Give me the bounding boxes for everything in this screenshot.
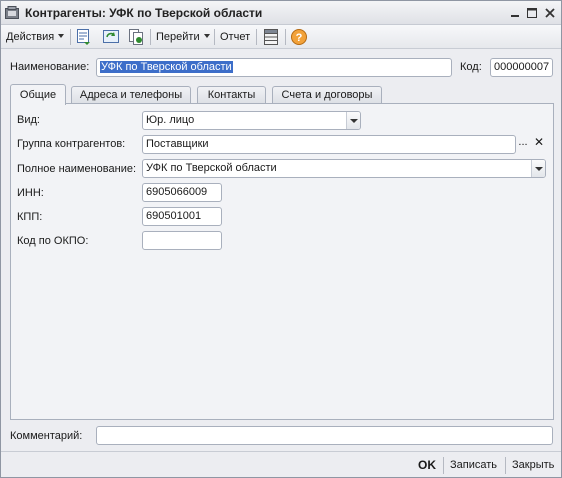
full-name-value: УФК по Тверской области: [146, 162, 277, 174]
kpp-label: КПП:: [17, 211, 43, 223]
full-name-label: Полное наименование:: [17, 163, 137, 175]
title-bar: Контрагенты: УФК по Тверской области: [1, 1, 561, 25]
inn-label: ИНН:: [17, 187, 44, 199]
report-button[interactable]: Отчет: [220, 29, 250, 45]
actions-label: Действия: [6, 31, 55, 43]
kind-value: Юр. лицо: [146, 114, 195, 126]
chevron-down-icon: [350, 119, 358, 123]
tab-general[interactable]: Общие: [10, 84, 66, 105]
save-to-list-icon[interactable]: [75, 28, 93, 46]
close-icon: [545, 8, 555, 18]
bottom-divider: [1, 451, 561, 452]
kind-label: Вид:: [17, 114, 40, 126]
tab-addresses-phones[interactable]: Адреса и телефоны: [71, 86, 191, 104]
maximize-icon: [527, 8, 537, 18]
help-icon[interactable]: ?: [290, 28, 308, 46]
name-field[interactable]: УФК по Тверской области: [96, 58, 452, 77]
toolbar-separator: [285, 29, 286, 45]
close-window-button[interactable]: [541, 4, 559, 22]
svg-text:?: ?: [296, 32, 303, 44]
okpo-field[interactable]: [142, 231, 222, 250]
code-label: Код:: [460, 61, 482, 73]
comment-field[interactable]: [96, 426, 553, 445]
ok-button[interactable]: OK: [418, 458, 436, 472]
refresh-icon[interactable]: [102, 28, 120, 46]
minimize-icon: [511, 15, 519, 17]
goto-label: Перейти: [156, 31, 200, 43]
toolbar: Действия Перейти Отчет ?: [1, 25, 561, 49]
toolbar-separator: [70, 29, 71, 45]
catalog-icon: [5, 6, 19, 19]
full-name-select[interactable]: УФК по Тверской области: [142, 159, 546, 178]
group-label: Группа контрагентов:: [17, 138, 126, 150]
maximize-button[interactable]: [523, 4, 541, 22]
name-value: УФК по Тверской области: [100, 61, 233, 73]
group-choose-button[interactable]: ...: [516, 135, 530, 154]
name-label: Наименование:: [10, 61, 90, 73]
inn-field[interactable]: 6905066009: [142, 183, 222, 202]
kind-select[interactable]: Юр. лицо: [142, 111, 361, 130]
chevron-down-icon: [58, 34, 65, 39]
close-button[interactable]: Закрыть: [512, 459, 554, 471]
code-field[interactable]: 000000007: [490, 58, 553, 77]
button-separator: [443, 457, 444, 474]
kpp-field[interactable]: 690501001: [142, 207, 222, 226]
group-field[interactable]: Поставщики: [142, 135, 516, 154]
full-name-dropdown-button[interactable]: [531, 160, 545, 177]
group-clear-button[interactable]: ✕: [532, 135, 546, 154]
toolbar-separator: [150, 29, 151, 45]
okpo-label: Код по ОКПО:: [17, 235, 89, 247]
goto-menu[interactable]: Перейти: [156, 29, 210, 45]
actions-menu[interactable]: Действия: [6, 29, 65, 45]
catalog-window: Контрагенты: УФК по Тверской области Дей…: [0, 0, 562, 478]
tab-contacts[interactable]: Контакты: [197, 86, 266, 104]
save-button[interactable]: Записать: [450, 459, 497, 471]
comment-label: Комментарий:: [10, 430, 83, 442]
tab-accounts-contracts[interactable]: Счета и договоры: [272, 86, 382, 104]
button-separator: [505, 457, 506, 474]
copy-record-icon[interactable]: [127, 28, 145, 46]
table-structure-icon[interactable]: [262, 28, 280, 46]
toolbar-separator: [256, 29, 257, 45]
minimize-button[interactable]: [506, 4, 524, 22]
chevron-down-icon: [203, 34, 210, 39]
window-title: Контрагенты: УФК по Тверской области: [25, 6, 263, 20]
kind-dropdown-button[interactable]: [346, 112, 360, 129]
chevron-down-icon: [535, 167, 543, 171]
toolbar-separator: [214, 29, 215, 45]
